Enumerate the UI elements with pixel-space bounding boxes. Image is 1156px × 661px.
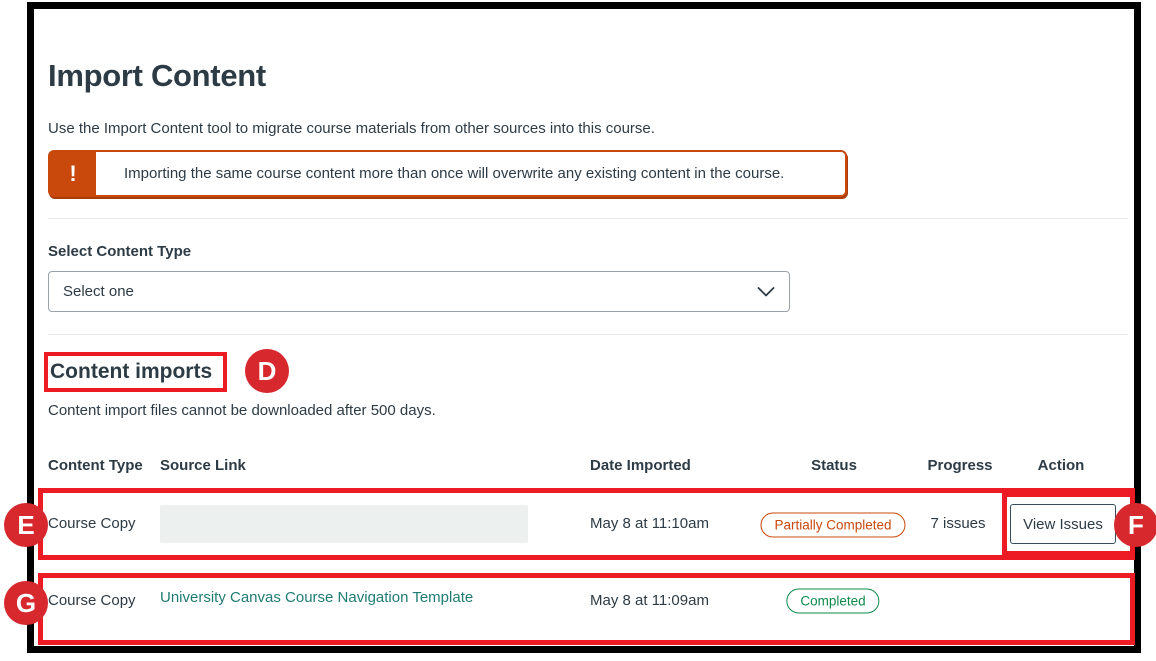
row1-progress: 7 issues bbox=[930, 515, 985, 532]
section-divider bbox=[48, 334, 1128, 335]
content-type-dropdown[interactable]: Select one bbox=[48, 271, 790, 312]
dropdown-selected-value: Select one bbox=[63, 283, 134, 300]
section-divider bbox=[48, 218, 1128, 219]
row2-content-type: Course Copy bbox=[48, 592, 136, 609]
content-imports-note: Content import files cannot be downloade… bbox=[48, 402, 436, 419]
annotation-box-d: Content imports bbox=[44, 352, 227, 392]
row1-status-badge: Partially Completed bbox=[760, 513, 905, 538]
row1-date-imported: May 8 at 11:10am bbox=[590, 515, 709, 532]
annotation-circle-e: E bbox=[4, 503, 48, 547]
chevron-down-icon bbox=[757, 286, 775, 298]
column-header-progress: Progress bbox=[927, 457, 992, 474]
annotation-circle-f: F bbox=[1114, 503, 1156, 547]
row2-date-imported: May 8 at 11:09am bbox=[590, 592, 709, 609]
select-content-type-label: Select Content Type bbox=[48, 243, 191, 260]
column-header-date-imported: Date Imported bbox=[590, 457, 691, 474]
page-title: Import Content bbox=[48, 58, 266, 94]
row1-content-type: Course Copy bbox=[48, 515, 136, 532]
warning-icon: ! bbox=[50, 152, 96, 195]
page-frame bbox=[27, 2, 1141, 653]
column-header-status: Status bbox=[811, 457, 857, 474]
column-header-source-link: Source Link bbox=[160, 457, 246, 474]
screenshot: Import Content Use the Import Content to… bbox=[0, 0, 1156, 661]
row1-redacted-source-link[interactable] bbox=[160, 505, 528, 543]
view-issues-button[interactable]: View Issues bbox=[1010, 504, 1116, 544]
column-header-action: Action bbox=[1038, 457, 1085, 474]
annotation-circle-d: D bbox=[245, 349, 289, 393]
content-imports-heading: Content imports bbox=[48, 360, 212, 384]
column-header-content-type: Content Type bbox=[48, 457, 143, 474]
annotation-circle-g: G bbox=[4, 581, 48, 625]
row2-status-badge: Completed bbox=[786, 589, 879, 614]
page-description: Use the Import Content tool to migrate c… bbox=[48, 120, 655, 137]
warning-message: Importing the same course content more t… bbox=[96, 152, 784, 195]
overwrite-warning-alert: ! Importing the same course content more… bbox=[48, 150, 847, 197]
warning-icon-glyph: ! bbox=[69, 161, 76, 187]
row2-source-link[interactable]: University Canvas Course Navigation Temp… bbox=[160, 589, 473, 606]
